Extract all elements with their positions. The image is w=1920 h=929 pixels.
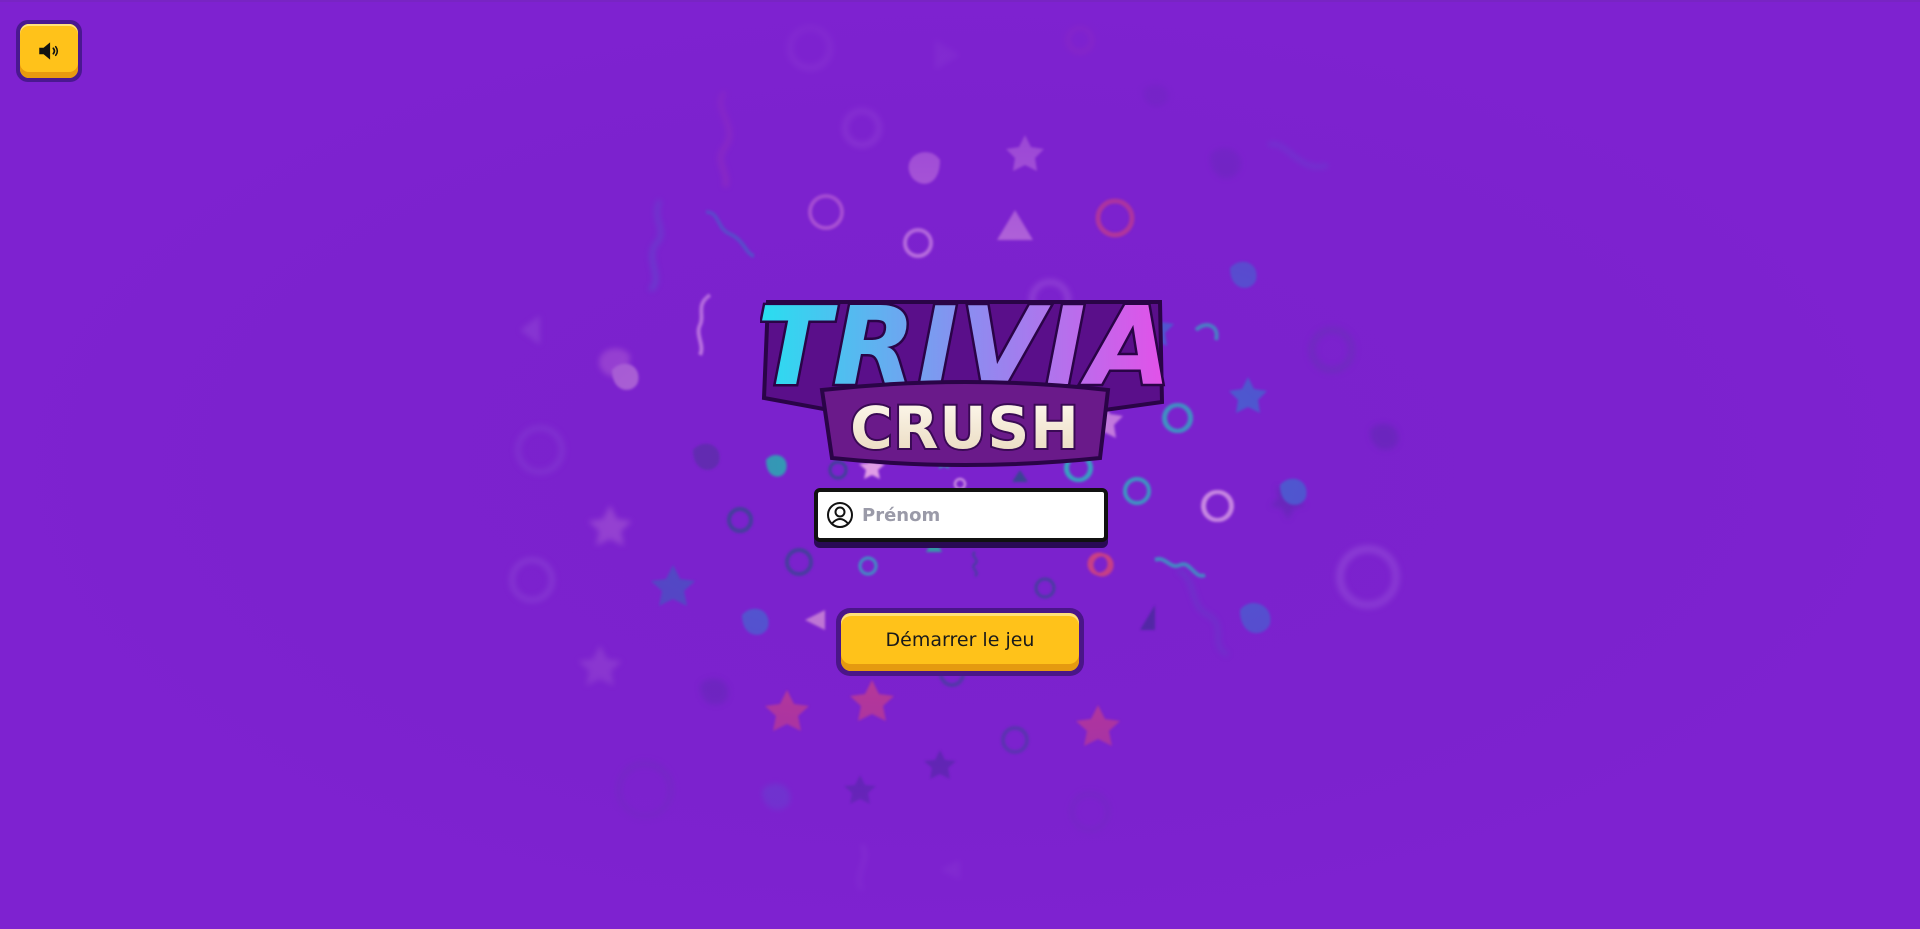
start-game-label: Démarrer le jeu xyxy=(841,613,1079,671)
start-game-button[interactable]: Démarrer le jeu xyxy=(836,608,1084,676)
sound-toggle-face xyxy=(20,24,78,78)
speaker-icon xyxy=(39,42,59,60)
logo-crush-text: CRUSH xyxy=(850,394,1080,462)
game-logo: TRIVIA CRUSH xyxy=(760,283,1170,467)
sound-toggle-button[interactable] xyxy=(16,20,82,82)
name-field[interactable] xyxy=(814,488,1108,542)
name-input[interactable] xyxy=(860,494,1104,536)
user-icon xyxy=(827,502,853,528)
